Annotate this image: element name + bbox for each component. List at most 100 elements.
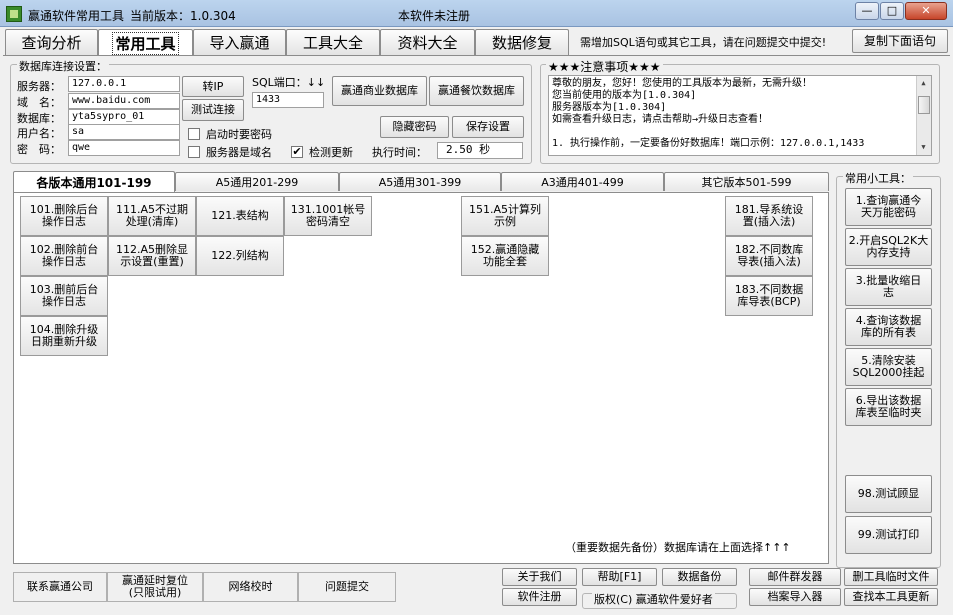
- archive-import-button[interactable]: 档案导入器: [749, 588, 841, 606]
- notice-line: 您当前使用的版本为[1.0.304]: [552, 90, 697, 101]
- delete-temp-files-button[interactable]: 删工具临时文件: [844, 568, 938, 586]
- notice-line: 1. 执行操作前，一定要备份好数据库！端口示例：127.0.0.1,1433: [552, 138, 865, 149]
- side-tools-title: 常用小工具：: [843, 170, 913, 186]
- exec-time-label: 执行时间：: [372, 146, 427, 159]
- version-label: 当前版本：1.0.304: [130, 9, 236, 23]
- tool-122-button[interactable]: 122.列结构: [196, 236, 284, 276]
- copyright-text: 版权(C) 赢通软件爱好者: [592, 591, 715, 607]
- notice-line: 如需查看升级日志，请点击帮助→升级日志查看！: [552, 114, 769, 125]
- notice-line: 尊敬的朋友，您好！您使用的工具版本为最新，无需升级！: [552, 78, 812, 89]
- copy-statement-button[interactable]: 复制下面语句: [852, 29, 948, 53]
- db-settings-title: 数据库连接设置：: [17, 58, 109, 74]
- tool-183-button[interactable]: 183.不同数据 库导表(BCP): [725, 276, 813, 316]
- subtab-other-501[interactable]: 其它版本501-599: [664, 172, 829, 191]
- help-button[interactable]: 帮助[F1]: [582, 568, 657, 586]
- tab-resources[interactable]: 资料大全: [380, 29, 475, 55]
- is-domain-label: 服务器是域名: [206, 146, 272, 159]
- tab-data-repair[interactable]: 数据修复: [475, 29, 569, 55]
- side-tool-4-button[interactable]: 4.查询该数据 库的所有表: [845, 308, 932, 346]
- subtab-a3-401[interactable]: A3通用401-499: [501, 172, 664, 191]
- delay-reset-button[interactable]: 赢通延时复位 (只限试用): [107, 572, 203, 602]
- sql-port-label: SQL端口：↓↓: [252, 76, 326, 89]
- tool-103-button[interactable]: 103.删前后台 操作日志: [20, 276, 108, 316]
- notice-line: [552, 126, 928, 138]
- tool-111-button[interactable]: 111.A5不过期 处理(清库): [108, 196, 196, 236]
- hide-password-button[interactable]: 隐藏密码: [380, 116, 449, 138]
- test-print-button[interactable]: 99.测试打印: [845, 516, 932, 554]
- tool-131-button[interactable]: 131.1001帐号 密码清空: [284, 196, 372, 236]
- side-tool-3-button[interactable]: 3.批量收缩日 志: [845, 268, 932, 306]
- tool-152-button[interactable]: 152.赢通隐藏 功能全套: [461, 236, 549, 276]
- check-update-box[interactable]: ✔: [291, 146, 303, 158]
- tool-101-button[interactable]: 101.删除后台 操作日志: [20, 196, 108, 236]
- tab-common-tools-label: 常用工具: [112, 31, 179, 55]
- submit-issue-button[interactable]: 问题提交: [298, 572, 396, 602]
- server-input[interactable]: 127.0.0.1: [68, 76, 180, 92]
- maximize-button[interactable]: □: [880, 2, 904, 20]
- pwd-on-start-box[interactable]: [188, 128, 200, 140]
- subtab-a5-201[interactable]: A5通用201-299: [175, 172, 339, 191]
- registration-status: 本软件未注册: [398, 9, 471, 23]
- test-lookup-button[interactable]: 98.测试顾显: [845, 475, 932, 513]
- find-update-button[interactable]: 查找本工具更新: [844, 588, 938, 606]
- notice-line: 服务器版本为[1.0.304]: [552, 102, 667, 113]
- panel-backup-note: （重要数据先备份）数据库请在上面选择↑↑↑: [565, 541, 791, 554]
- net-time-button[interactable]: 网络校时: [203, 572, 298, 602]
- pwd-on-start-checkbox[interactable]: 启动时要密码: [188, 126, 272, 142]
- database-label: 数据库：: [17, 112, 61, 125]
- to-ip-button[interactable]: 转IP: [182, 76, 244, 97]
- domain-input[interactable]: www.baidu.com: [68, 93, 180, 109]
- is-domain-checkbox[interactable]: 服务器是域名: [188, 144, 272, 160]
- register-button[interactable]: 软件注册: [502, 588, 577, 606]
- tab-common-tools[interactable]: 常用工具: [98, 29, 193, 56]
- tool-151-button[interactable]: 151.A5计算列 示例: [461, 196, 549, 236]
- mail-sender-button[interactable]: 邮件群发器: [749, 568, 841, 586]
- scroll-down-icon[interactable]: ▼: [917, 141, 930, 154]
- tool-182-button[interactable]: 182.不同数库 导表(插入法): [725, 236, 813, 276]
- check-update-checkbox[interactable]: ✔ 检测更新: [291, 144, 353, 160]
- window-title: 赢通软件常用工具: [28, 9, 125, 23]
- is-domain-box[interactable]: [188, 146, 200, 158]
- tool-102-button[interactable]: 102.删除前台 操作日志: [20, 236, 108, 276]
- username-input[interactable]: sa: [68, 124, 180, 140]
- title-bar: 赢通软件常用工具 当前版本：1.0.304 本软件未注册 — □ ✕: [0, 0, 953, 27]
- subtab-common-101[interactable]: 各版本通用101-199: [13, 171, 175, 193]
- tool-121-button[interactable]: 121.表结构: [196, 196, 284, 236]
- contact-company-button[interactable]: 联系赢通公司: [13, 572, 107, 602]
- tab-tools-collection[interactable]: 工具大全: [286, 29, 380, 55]
- pwd-on-start-label: 启动时要密码: [206, 128, 272, 141]
- minimize-button[interactable]: —: [855, 2, 879, 20]
- password-input[interactable]: qwe: [68, 140, 180, 156]
- save-settings-button[interactable]: 保存设置: [452, 116, 524, 138]
- side-tool-1-button[interactable]: 1.查询赢通今 天万能密码: [845, 188, 932, 226]
- scroll-thumb[interactable]: [918, 96, 930, 114]
- tool-181-button[interactable]: 181.导系统设 置(插入法): [725, 196, 813, 236]
- database-input[interactable]: yta5sypro_01: [68, 109, 180, 125]
- notice-textarea[interactable]: 尊敬的朋友，您好！您使用的工具版本为最新，无需升级！ 您当前使用的版本为[1.0…: [548, 75, 932, 156]
- tool-104-button[interactable]: 104.删除升级 日期重新升级: [20, 316, 108, 356]
- data-backup-button[interactable]: 数据备份: [662, 568, 737, 586]
- tool-112-button[interactable]: 112.A5删除显 示设置(重置): [108, 236, 196, 276]
- app-logo-icon: [6, 6, 22, 22]
- check-update-label: 检测更新: [309, 146, 353, 159]
- server-label: 服务器：: [17, 80, 61, 93]
- tab-divider: [3, 55, 950, 56]
- sql-port-input[interactable]: 1433: [252, 92, 324, 108]
- commerce-db-button[interactable]: 赢通商业数据库: [332, 76, 427, 106]
- subtab-a5-301[interactable]: A5通用301-399: [339, 172, 501, 191]
- close-button[interactable]: ✕: [905, 2, 947, 20]
- notice-scrollbar[interactable]: ▲ ▼: [916, 76, 931, 155]
- side-tool-2-button[interactable]: 2.开启SQL2K大 内存支持: [845, 228, 932, 266]
- password-label: 密 码：: [17, 143, 61, 156]
- username-label: 用户名：: [17, 127, 61, 140]
- exec-time-field: 2.50 秒: [437, 142, 523, 159]
- tab-import[interactable]: 导入赢通: [193, 29, 286, 55]
- about-us-button[interactable]: 关于我们: [502, 568, 577, 586]
- side-tool-6-button[interactable]: 6.导出该数据 库表至临时夹: [845, 388, 932, 426]
- scroll-up-icon[interactable]: ▲: [917, 77, 930, 90]
- catering-db-button[interactable]: 赢通餐饮数据库: [429, 76, 524, 106]
- domain-label: 域 名：: [17, 96, 61, 109]
- tab-query-analysis[interactable]: 查询分析: [5, 29, 98, 55]
- side-tool-5-button[interactable]: 5.清除安装 SQL2000挂起: [845, 348, 932, 386]
- test-connection-button[interactable]: 测试连接: [182, 99, 244, 121]
